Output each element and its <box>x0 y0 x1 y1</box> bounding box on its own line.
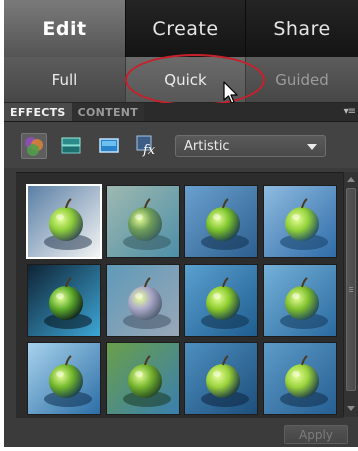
apple-thumbnail-image <box>264 265 336 336</box>
effect-thumbnail-plastic-wrap[interactable] <box>27 342 101 415</box>
apple-thumbnail-image <box>107 343 179 414</box>
apple-thumbnail-image <box>264 343 336 414</box>
mouse-pointer-icon <box>223 81 238 104</box>
tab-share[interactable]: Share <box>246 0 358 57</box>
tab-effects[interactable]: EFFECTS <box>4 103 72 121</box>
svg-text:fx: fx <box>142 143 156 157</box>
fx-button[interactable]: fx <box>135 133 161 159</box>
grid-scrollbar[interactable] <box>343 172 358 417</box>
scroll-down-arrow-icon[interactable] <box>347 406 355 411</box>
effect-thumbnail-cutout[interactable] <box>106 185 180 258</box>
tab-create[interactable]: Create <box>126 0 246 57</box>
photo-effects-button[interactable] <box>97 133 123 159</box>
tab-content[interactable]: CONTENT <box>71 103 145 121</box>
apple-thumbnail-image <box>185 343 257 414</box>
chevron-down-icon <box>307 144 317 150</box>
effect-thumbnail-rough-pastels[interactable] <box>184 342 258 415</box>
tab-guided[interactable]: Guided <box>246 57 358 102</box>
panel-footer: Apply <box>4 418 358 447</box>
fx-effects-icon: fx <box>136 135 156 158</box>
tab-edit[interactable]: Edit <box>4 0 126 57</box>
effects-toolbar: fx Artistic <box>4 122 358 168</box>
effect-thumbnail-dry-brush[interactable] <box>184 185 258 258</box>
filters-icon <box>25 137 43 156</box>
apple-thumbnail-image <box>28 343 100 414</box>
effect-category-select[interactable]: Artistic <box>175 135 326 157</box>
effect-category-value: Artistic <box>184 138 230 154</box>
effect-thumbnail-palette-knife[interactable] <box>263 264 337 337</box>
scroll-up-arrow-icon[interactable] <box>347 177 355 182</box>
apple-thumbnail-image <box>185 186 257 257</box>
scrollbar-thumb[interactable] <box>346 188 356 391</box>
effect-thumbnail-film-grain[interactable] <box>263 185 337 258</box>
apple-thumbnail-image <box>107 186 179 257</box>
effect-thumbnail-neon-glow[interactable] <box>106 264 180 337</box>
effect-thumbnail-paint-daubs[interactable] <box>184 264 258 337</box>
effects-thumbnail-grid <box>16 172 343 418</box>
filters-button[interactable] <box>21 133 47 159</box>
tab-full[interactable]: Full <box>4 57 126 102</box>
top-tab-bar: Edit Create Share <box>4 0 358 57</box>
layer-styles-icon <box>61 137 81 154</box>
effect-thumbnail-fresco[interactable] <box>27 264 101 337</box>
effect-thumbnail-sketch[interactable] <box>26 184 102 259</box>
apple-thumbnail-image <box>264 186 336 257</box>
apply-button[interactable]: Apply <box>284 425 348 444</box>
panel-tab-bar: EFFECTS CONTENT ▾≡ <box>4 103 358 122</box>
apple-thumbnail-image <box>185 265 257 336</box>
panel-menu-icon[interactable]: ▾≡ <box>344 106 356 117</box>
effect-thumbnail-poster-edges[interactable] <box>106 342 180 415</box>
apple-thumbnail-image <box>28 186 100 257</box>
apple-thumbnail-image <box>107 265 179 336</box>
layer-styles-button[interactable] <box>59 133 85 159</box>
mode-tab-bar: Full Quick Guided <box>4 57 358 103</box>
apple-thumbnail-image <box>28 265 100 336</box>
effects-panel-window: Edit Create Share Full Quick Guided EFFE… <box>4 0 358 447</box>
photo-effects-icon <box>99 138 119 153</box>
effect-thumbnail-smudge-stick[interactable] <box>263 342 337 415</box>
